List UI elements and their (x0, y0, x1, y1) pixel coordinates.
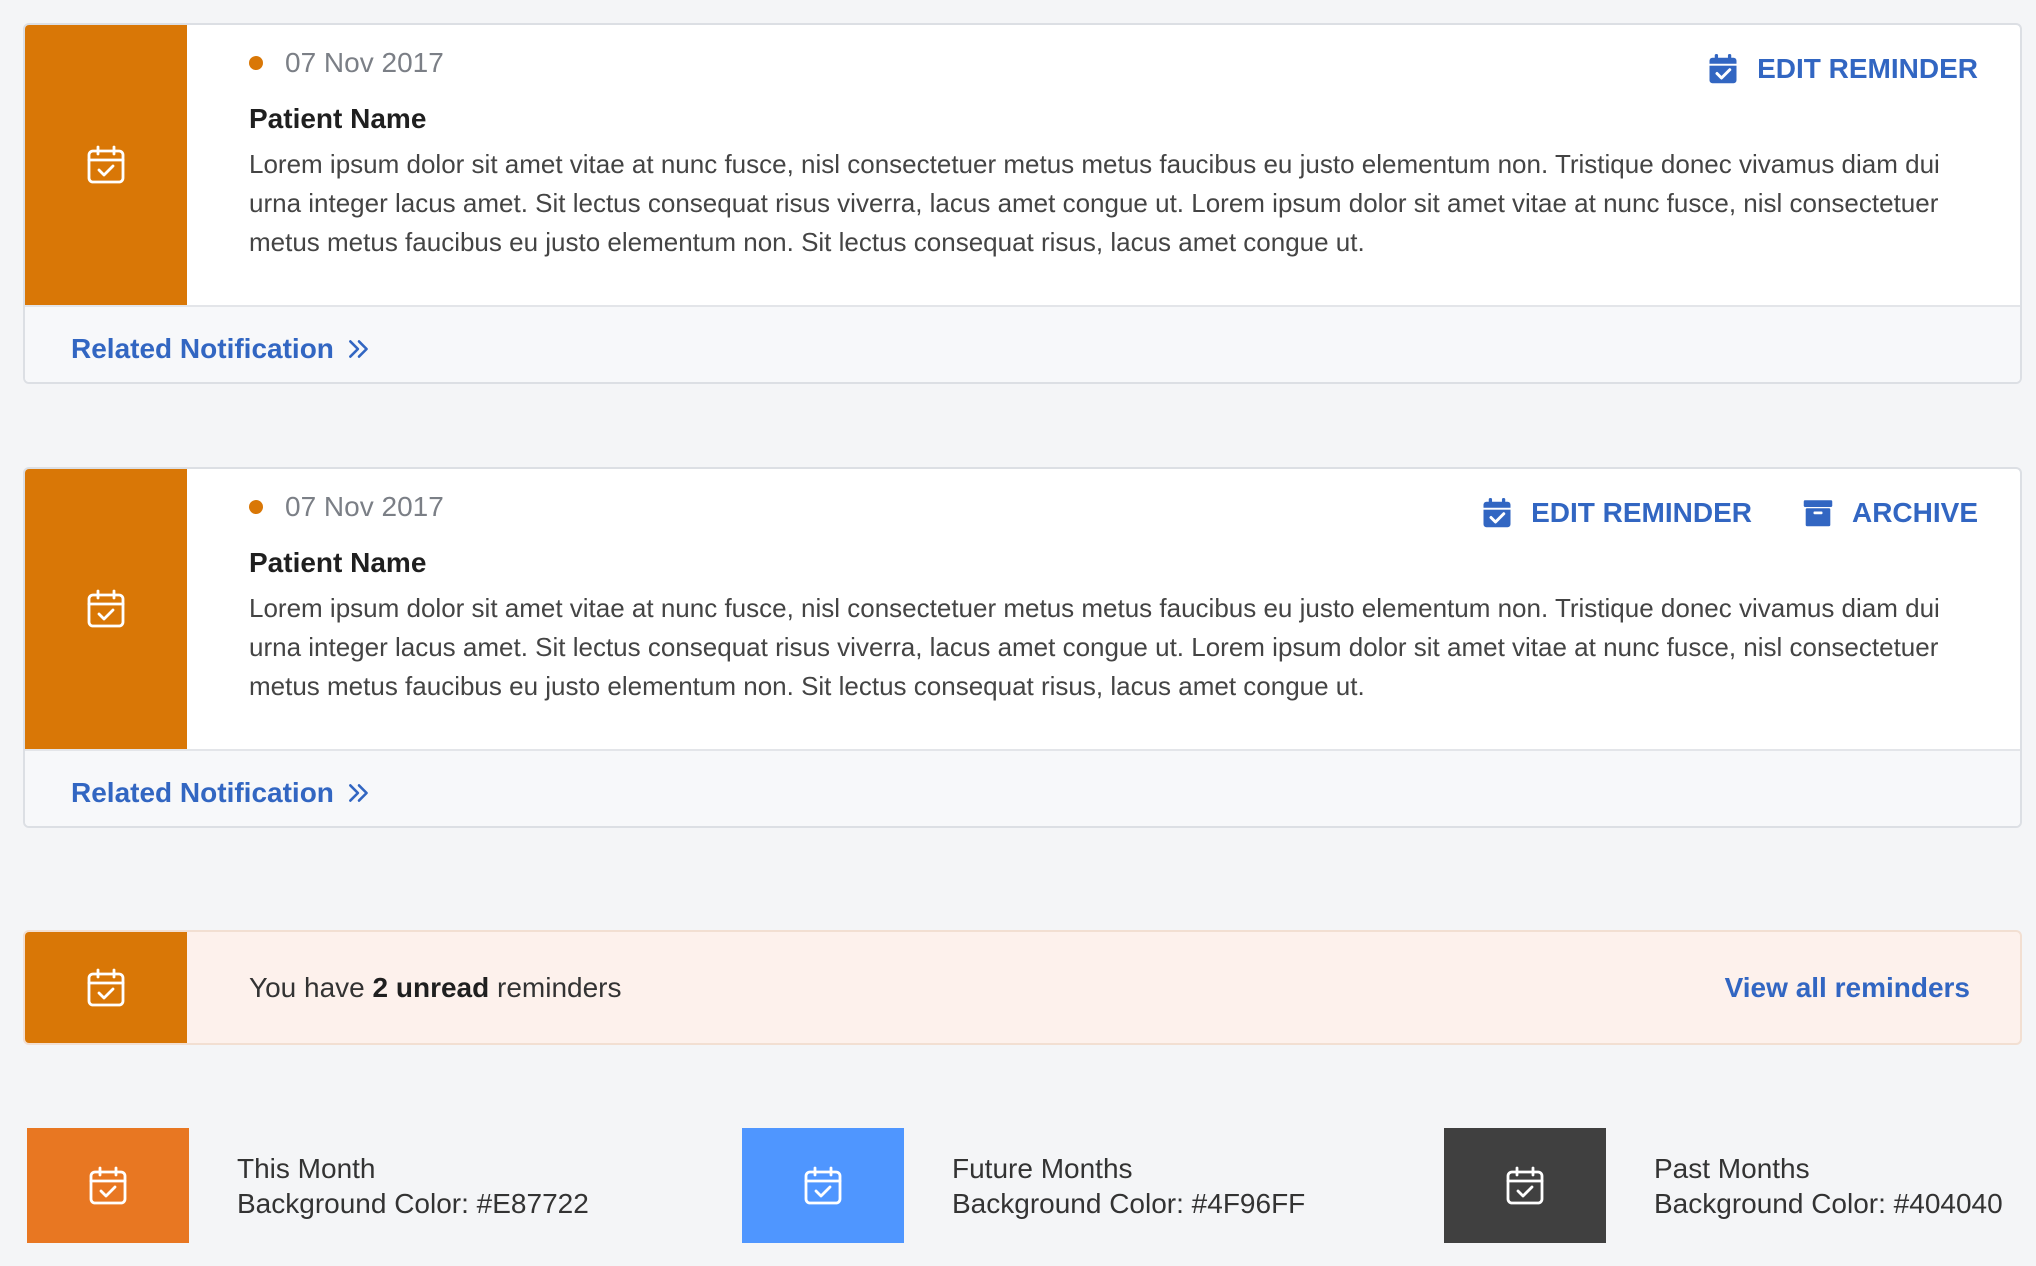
related-notification-link[interactable]: Related Notification (71, 777, 372, 809)
legend-swatch-future-months (742, 1128, 904, 1243)
legend-swatch-this-month (27, 1128, 189, 1243)
legend-text: Future Months Background Color: #4F96FF (952, 1151, 1305, 1221)
double-chevron-right-icon (348, 784, 368, 802)
reminder-date: 07 Nov 2017 (285, 47, 444, 78)
reminder-card: 07 Nov 2017 EDIT REMINDER Patient Name L… (23, 23, 2022, 384)
archive-icon (1803, 500, 1833, 527)
reminder-date-row: 07 Nov 2017 (249, 47, 444, 79)
related-notification-label: Related Notification (71, 333, 334, 364)
legend-title: This Month (237, 1152, 376, 1184)
double-chevron-right-icon (348, 340, 368, 358)
related-notification-label: Related Notification (71, 777, 334, 808)
calendar-check-icon (87, 145, 125, 184)
edit-reminder-label: EDIT REMINDER (1531, 497, 1752, 528)
reminder-date-row: 07 Nov 2017 (249, 491, 444, 523)
reminder-side-panel (25, 25, 187, 305)
banner-text-suffix: reminders (489, 971, 622, 1003)
unread-reminders-banner: You have 2 unread reminders View all rem… (23, 930, 2022, 1045)
patient-name: Patient Name (249, 103, 427, 134)
archive-label: ARCHIVE (1851, 497, 1978, 528)
legend-subtitle: Background Color: #4F96FF (952, 1187, 1306, 1219)
banner-message: You have 2 unread reminders (249, 932, 622, 1043)
legend-title: Future Months (952, 1152, 1133, 1184)
reminder-actions: EDIT REMINDER (1705, 51, 1978, 87)
archive-button[interactable]: ARCHIVE (1800, 495, 1978, 531)
reminder-footer: Related Notification (25, 305, 2020, 382)
edit-reminder-button[interactable]: EDIT REMINDER (1705, 51, 1978, 87)
calendar-check-icon (1506, 1166, 1544, 1204)
calendar-edit-icon (1709, 54, 1737, 84)
view-all-reminders-link[interactable]: View all reminders (1725, 932, 1970, 1043)
reminder-date: 07 Nov 2017 (285, 491, 444, 522)
calendar-check-icon (804, 1166, 842, 1204)
reminder-card-main: 07 Nov 2017 EDIT REMINDER Patient Name L… (25, 25, 2020, 305)
reminder-body: 07 Nov 2017 EDIT REMINDER Patient Name L… (249, 25, 1978, 305)
banner-side-panel (25, 932, 187, 1043)
patient-name: Patient Name (249, 547, 427, 578)
legend-subtitle: Background Color: #404040 (1654, 1187, 2003, 1219)
edit-reminder-button[interactable]: EDIT REMINDER (1479, 495, 1752, 531)
banner-unread-count: 2 unread (372, 971, 490, 1003)
legend-text: This Month Background Color: #E87722 (237, 1151, 589, 1221)
reminder-footer: Related Notification (25, 749, 2020, 826)
legend-this-month: This Month Background Color: #E87722 (27, 1128, 589, 1243)
legend-swatch-past-months (1444, 1128, 1606, 1243)
calendar-check-icon (87, 589, 125, 628)
legend-past-months: Past Months Background Color: #404040 (1444, 1128, 2003, 1243)
reminder-description: Lorem ipsum dolor sit amet vitae at nunc… (249, 149, 1940, 257)
calendar-check-icon (89, 1166, 127, 1204)
edit-reminder-label: EDIT REMINDER (1757, 53, 1978, 84)
related-notification-link[interactable]: Related Notification (71, 333, 372, 365)
calendar-check-icon (87, 968, 125, 1006)
reminder-body: 07 Nov 2017 EDIT REMINDER ARCHIVE Patien… (249, 469, 1978, 749)
reminder-card: 07 Nov 2017 EDIT REMINDER ARCHIVE Patien… (23, 467, 2022, 828)
calendar-edit-icon (1483, 498, 1511, 528)
legend-subtitle: Background Color: #E87722 (237, 1187, 589, 1219)
unread-dot (249, 56, 263, 70)
legend-title: Past Months (1654, 1152, 1810, 1184)
unread-dot (249, 500, 263, 514)
banner-text-prefix: You have (249, 971, 373, 1003)
reminder-description: Lorem ipsum dolor sit amet vitae at nunc… (249, 593, 1940, 701)
reminder-card-main: 07 Nov 2017 EDIT REMINDER ARCHIVE Patien… (25, 469, 2020, 749)
legend-text: Past Months Background Color: #404040 (1654, 1151, 2003, 1221)
reminder-actions: EDIT REMINDER ARCHIVE (1479, 495, 1978, 531)
legend-future-months: Future Months Background Color: #4F96FF (742, 1128, 1305, 1243)
reminder-side-panel (25, 469, 187, 749)
